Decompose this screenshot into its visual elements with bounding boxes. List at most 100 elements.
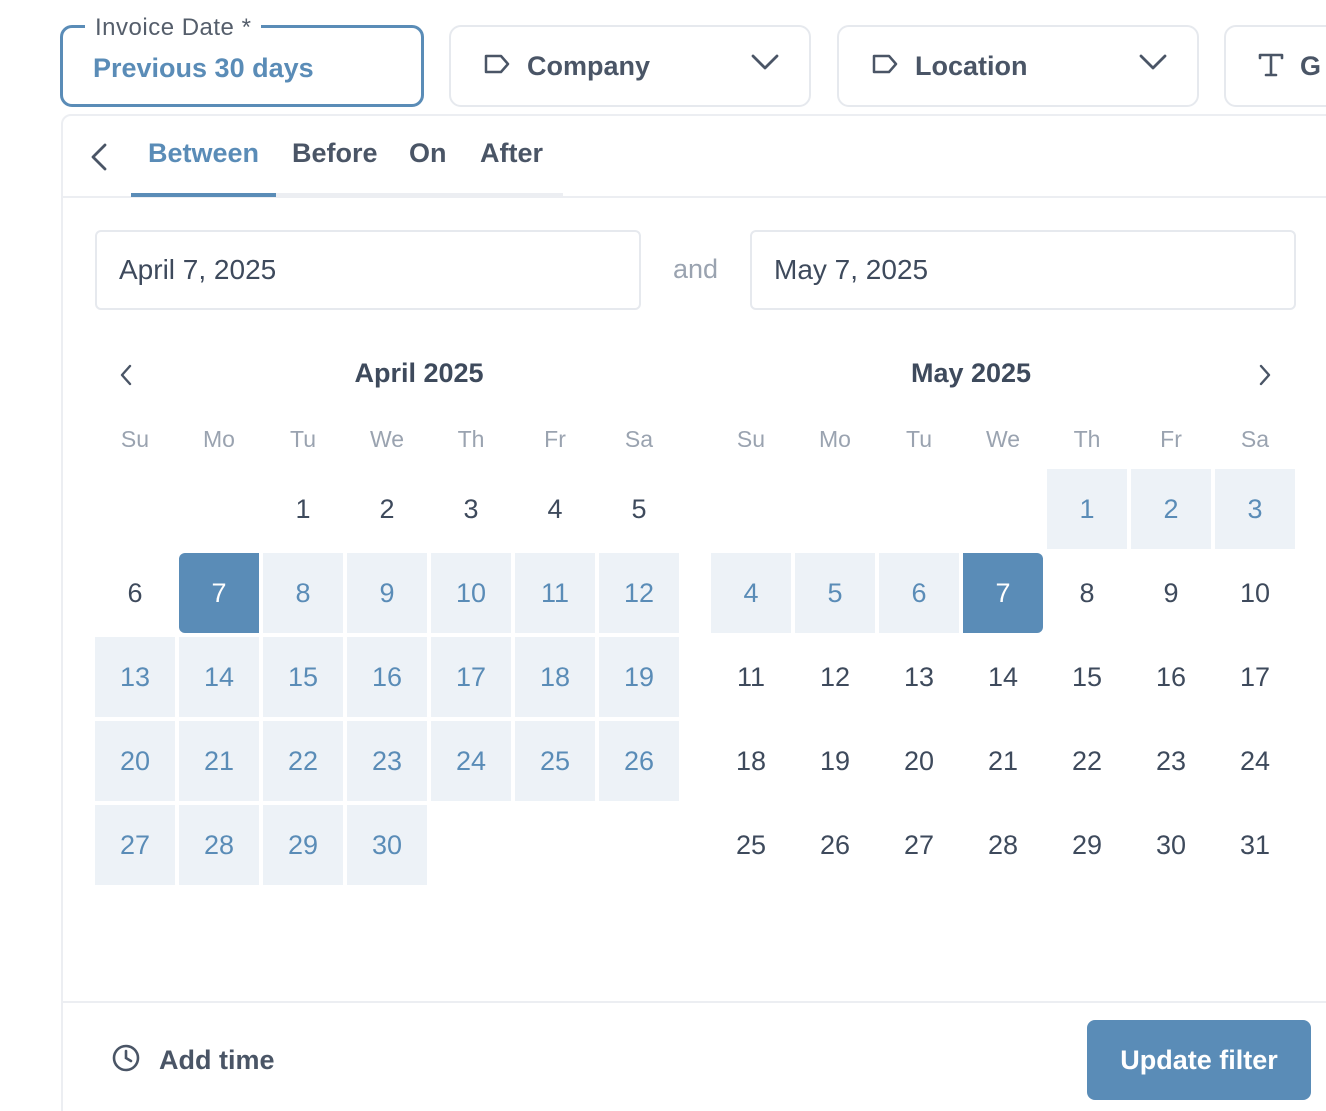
- calendar-day[interactable]: 24: [1215, 721, 1295, 801]
- previous-month-button[interactable]: [111, 360, 141, 390]
- text-filter[interactable]: G: [1224, 25, 1326, 107]
- calendar-day[interactable]: 26: [599, 721, 679, 801]
- calendar-day[interactable]: 6: [95, 553, 175, 633]
- calendar-day[interactable]: 25: [711, 805, 791, 885]
- calendar-day[interactable]: 23: [347, 721, 427, 801]
- calendar-day[interactable]: 20: [879, 721, 959, 801]
- calendar-day[interactable]: 29: [1047, 805, 1127, 885]
- add-time-button[interactable]: Add time: [111, 1043, 275, 1078]
- next-month-button[interactable]: [1250, 360, 1280, 390]
- calendar-day[interactable]: 29: [263, 805, 343, 885]
- calendar-day[interactable]: 1: [1047, 469, 1127, 549]
- calendar-day[interactable]: 17: [1215, 637, 1295, 717]
- calendar-day[interactable]: 30: [1131, 805, 1211, 885]
- month-title-right: May 2025: [910, 358, 1032, 388]
- tab-on[interactable]: On: [409, 138, 447, 169]
- tag-icon: [871, 53, 899, 80]
- calendar-day[interactable]: 7: [963, 553, 1043, 633]
- calendar-day[interactable]: 18: [711, 721, 791, 801]
- calendar-day[interactable]: 11: [711, 637, 791, 717]
- calendar-day[interactable]: 25: [515, 721, 595, 801]
- calendar-day[interactable]: 3: [1215, 469, 1295, 549]
- invoice-date-value: Previous 30 days: [93, 52, 314, 83]
- calendar-day[interactable]: 8: [1047, 553, 1127, 633]
- tab-before[interactable]: Before: [292, 138, 378, 169]
- calendar-day[interactable]: 10: [431, 553, 511, 633]
- weekday-header: Su: [120, 426, 150, 452]
- location-filter-label: Location: [915, 50, 1028, 81]
- calendar-day[interactable]: 14: [963, 637, 1043, 717]
- calendar-day[interactable]: 5: [795, 553, 875, 633]
- weekday-header: Mo: [819, 426, 851, 452]
- calendar-day[interactable]: 21: [179, 721, 259, 801]
- calendar-day[interactable]: 12: [795, 637, 875, 717]
- calendar-day[interactable]: 23: [1131, 721, 1211, 801]
- weekday-header: Tu: [906, 426, 932, 452]
- calendar-day[interactable]: 13: [879, 637, 959, 717]
- calendar-day[interactable]: 9: [1131, 553, 1211, 633]
- weekday-header: Su: [736, 426, 766, 452]
- weekday-header: Tu: [290, 426, 316, 452]
- tab-active-indicator: [131, 193, 276, 197]
- calendar-day[interactable]: 28: [179, 805, 259, 885]
- calendar-day[interactable]: 2: [1131, 469, 1211, 549]
- calendar-day[interactable]: 20: [95, 721, 175, 801]
- calendar-day[interactable]: 22: [1047, 721, 1127, 801]
- calendar-day[interactable]: 6: [879, 553, 959, 633]
- calendar-day[interactable]: 12: [599, 553, 679, 633]
- calendar-day[interactable]: 13: [95, 637, 175, 717]
- tab-after[interactable]: After: [480, 138, 543, 169]
- back-button[interactable]: [87, 140, 111, 174]
- weekday-header: Sa: [624, 426, 654, 452]
- calendar-day[interactable]: 11: [515, 553, 595, 633]
- weekday-header: Th: [1073, 426, 1101, 452]
- tag-icon: [483, 53, 511, 80]
- weekday-header: Fr: [544, 426, 566, 452]
- invoice-date-legend: Invoice Date *: [85, 14, 262, 42]
- tab-between[interactable]: Between: [148, 138, 259, 169]
- calendar-day[interactable]: 1: [263, 469, 343, 549]
- text-icon: [1258, 51, 1284, 82]
- calendar-day[interactable]: 27: [95, 805, 175, 885]
- calendar-day[interactable]: 2: [347, 469, 427, 549]
- calendar-day[interactable]: 10: [1215, 553, 1295, 633]
- calendar-day[interactable]: 24: [431, 721, 511, 801]
- calendar-day[interactable]: 31: [1215, 805, 1295, 885]
- calendar-day[interactable]: 16: [1131, 637, 1211, 717]
- weekday-header: Mo: [203, 426, 235, 452]
- calendar-day[interactable]: 22: [263, 721, 343, 801]
- calendar-day[interactable]: 15: [1047, 637, 1127, 717]
- calendar-day[interactable]: 4: [711, 553, 791, 633]
- invoice-date-filter[interactable]: Invoice Date * Previous 30 days: [60, 14, 424, 107]
- weekday-header: Th: [457, 426, 485, 452]
- calendar-day[interactable]: 3: [431, 469, 511, 549]
- calendar-day[interactable]: 26: [795, 805, 875, 885]
- calendar-day[interactable]: 19: [599, 637, 679, 717]
- calendar-day[interactable]: 9: [347, 553, 427, 633]
- start-date-input[interactable]: April 7, 2025: [95, 230, 641, 310]
- weekday-header: Sa: [1240, 426, 1270, 452]
- company-filter[interactable]: Company: [449, 25, 811, 107]
- calendar-day[interactable]: 7: [179, 553, 259, 633]
- calendar-day[interactable]: 15: [263, 637, 343, 717]
- clock-icon: [111, 1043, 141, 1078]
- calendar-day[interactable]: 17: [431, 637, 511, 717]
- calendar-day[interactable]: 27: [879, 805, 959, 885]
- month-title-left: April 2025: [354, 358, 484, 388]
- calendar-day[interactable]: 16: [347, 637, 427, 717]
- calendar-day[interactable]: 14: [179, 637, 259, 717]
- calendar-day[interactable]: 5: [599, 469, 679, 549]
- update-filter-button[interactable]: Update filter: [1087, 1020, 1311, 1100]
- calendar-day[interactable]: 18: [515, 637, 595, 717]
- end-date-input[interactable]: May 7, 2025: [750, 230, 1296, 310]
- calendar-day[interactable]: 8: [263, 553, 343, 633]
- location-filter[interactable]: Location: [837, 25, 1199, 107]
- weekday-header: We: [369, 426, 405, 452]
- calendar-day[interactable]: 21: [963, 721, 1043, 801]
- chevron-down-icon: [1139, 53, 1167, 76]
- calendar-day[interactable]: 19: [795, 721, 875, 801]
- calendar-day[interactable]: 28: [963, 805, 1043, 885]
- calendar-day[interactable]: 4: [515, 469, 595, 549]
- calendar-day[interactable]: 30: [347, 805, 427, 885]
- picker-footer: Add time Update filter: [63, 1001, 1326, 1111]
